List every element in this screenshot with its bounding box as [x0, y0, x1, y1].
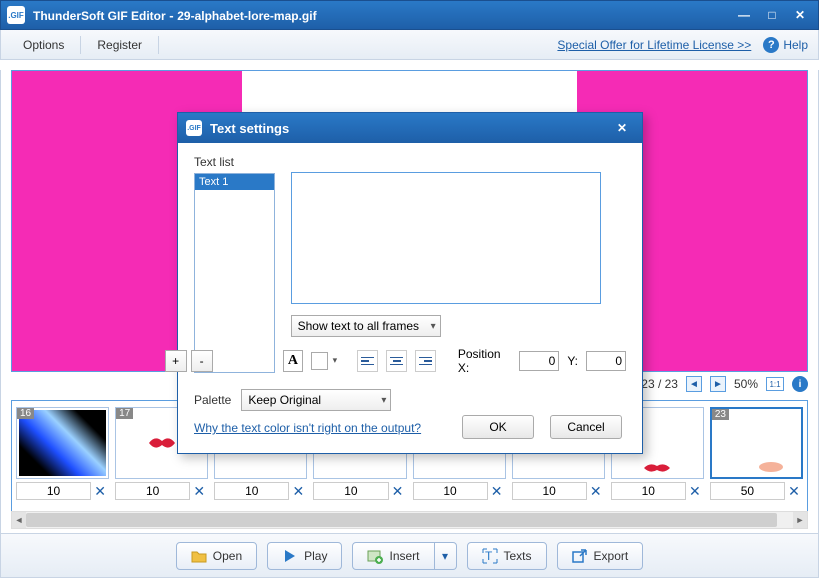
duration-input[interactable]: 10	[413, 482, 488, 500]
help-button[interactable]: ? Help	[763, 37, 808, 53]
menu-register[interactable]: Register	[85, 34, 154, 56]
font-button[interactable]: A	[283, 350, 304, 372]
bottom-toolbar: Open Play Insert ▾ T Texts Export	[1, 533, 818, 577]
window-title: ThunderSoft GIF Editor - 29-alphabet-lor…	[33, 8, 728, 23]
frame-position: 23 / 23	[641, 377, 678, 391]
text-settings-dialog: .GIF Text settings ✕ Text list Text 1 Sh…	[177, 112, 643, 454]
delete-frame-icon[interactable]: ✕	[91, 482, 109, 500]
help-label: Help	[783, 38, 808, 52]
info-icon[interactable]: i	[792, 376, 808, 392]
insert-dropdown[interactable]: ▾	[435, 542, 457, 570]
dialog-title-bar: .GIF Text settings ✕	[178, 113, 642, 143]
title-bar: .GIF ThunderSoft GIF Editor - 29-alphabe…	[0, 0, 819, 30]
text-color-button[interactable]	[311, 352, 328, 370]
duration-input[interactable]: 10	[313, 482, 388, 500]
menu-options[interactable]: Options	[11, 34, 76, 56]
text-list-label: Text list	[194, 155, 275, 169]
color-hint-link[interactable]: Why the text color isn't right on the ou…	[194, 421, 421, 435]
show-text-select[interactable]: Show text to all frames	[291, 315, 441, 337]
export-icon	[572, 548, 588, 564]
prev-frame-button[interactable]: ◄	[686, 376, 702, 392]
dialog-close-button[interactable]: ✕	[610, 118, 634, 138]
insert-icon	[367, 548, 383, 564]
scroll-right-icon[interactable]: ►	[793, 512, 807, 528]
duration-input[interactable]: 10	[214, 482, 289, 500]
text-list[interactable]: Text 1	[194, 173, 275, 373]
duration-input[interactable]: 10	[512, 482, 587, 500]
text-icon: T	[482, 548, 498, 564]
palette-label: Palette	[194, 393, 231, 407]
scroll-left-icon[interactable]: ◄	[12, 512, 26, 528]
special-offer-link[interactable]: Special Offer for Lifetime License >>	[557, 38, 751, 52]
texts-button[interactable]: T Texts	[467, 542, 547, 570]
open-button[interactable]: Open	[176, 542, 257, 570]
frame-23[interactable]: 23 50✕	[710, 407, 803, 500]
duration-input[interactable]: 10	[611, 482, 686, 500]
palette-select[interactable]: Keep Original	[241, 389, 391, 411]
frame-16[interactable]: 16 10✕	[16, 407, 109, 500]
ok-button[interactable]: OK	[462, 415, 534, 439]
play-button[interactable]: Play	[267, 542, 342, 570]
delete-frame-icon[interactable]: ✕	[190, 482, 208, 500]
ratio-button[interactable]: 1:1	[766, 377, 784, 391]
dialog-title: Text settings	[210, 121, 610, 136]
menu-bar: Options Register Special Offer for Lifet…	[0, 30, 819, 60]
pos-y-input[interactable]	[586, 351, 626, 371]
separator	[80, 36, 81, 54]
frames-scrollbar[interactable]: ◄ ►	[11, 511, 808, 529]
folder-icon	[191, 548, 207, 564]
svg-text:T: T	[485, 549, 493, 563]
minimize-button[interactable]: —	[732, 5, 756, 25]
dialog-logo-icon: .GIF	[186, 120, 202, 136]
delete-frame-icon[interactable]: ✕	[389, 482, 407, 500]
pos-x-input[interactable]	[519, 351, 559, 371]
duration-input[interactable]: 50	[710, 482, 785, 500]
close-button[interactable]: ✕	[788, 5, 812, 25]
separator	[158, 36, 159, 54]
play-icon	[282, 548, 298, 564]
delete-frame-icon[interactable]: ✕	[289, 482, 307, 500]
text-list-item[interactable]: Text 1	[195, 174, 274, 190]
text-content-input[interactable]	[291, 172, 601, 304]
pos-y-label: Y:	[567, 354, 578, 368]
duration-input[interactable]: 10	[16, 482, 91, 500]
help-icon: ?	[763, 37, 779, 53]
remove-text-button[interactable]: -	[191, 350, 213, 372]
scrollbar-thumb[interactable]	[26, 513, 777, 527]
pos-x-label: Position X:	[458, 347, 511, 375]
cancel-button[interactable]: Cancel	[550, 415, 622, 439]
maximize-button[interactable]: □	[760, 5, 784, 25]
next-frame-button[interactable]: ►	[710, 376, 726, 392]
delete-frame-icon[interactable]: ✕	[488, 482, 506, 500]
insert-button[interactable]: Insert	[352, 542, 434, 570]
export-button[interactable]: Export	[557, 542, 644, 570]
zoom-level: 50%	[734, 377, 758, 391]
app-logo-icon: .GIF	[7, 6, 25, 24]
delete-frame-icon[interactable]: ✕	[785, 482, 803, 500]
add-text-button[interactable]: +	[165, 350, 187, 372]
align-center-button[interactable]	[386, 350, 407, 372]
align-left-button[interactable]	[357, 350, 378, 372]
delete-frame-icon[interactable]: ✕	[686, 482, 704, 500]
delete-frame-icon[interactable]: ✕	[587, 482, 605, 500]
duration-input[interactable]: 10	[115, 482, 190, 500]
align-right-button[interactable]	[415, 350, 436, 372]
